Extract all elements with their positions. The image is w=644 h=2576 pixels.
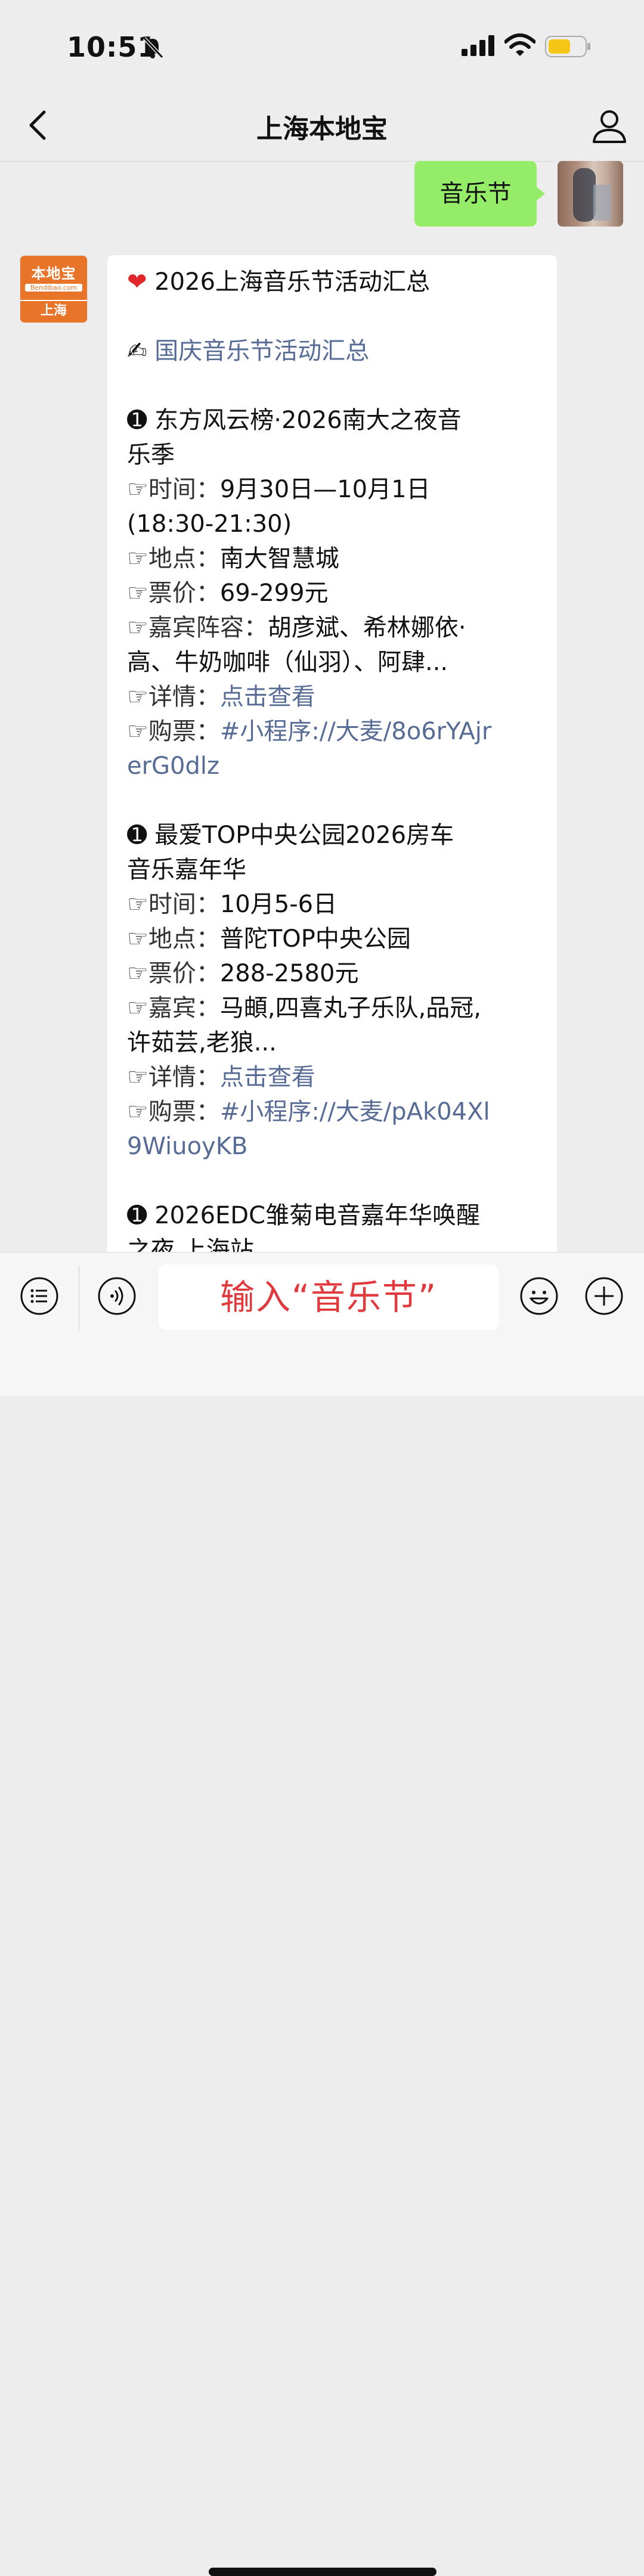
event-ticket: ☞购票：#小程序://大麦/pAk04Xl (127, 1098, 490, 1126)
detail-link[interactable]: 点击查看 (220, 1064, 315, 1091)
event-title: ➊ 最爱TOP中央公园2026房车 (127, 822, 454, 849)
ticket-link[interactable]: #小程序://大麦/8o6rYAjr (220, 718, 492, 745)
user-avatar[interactable] (558, 161, 623, 227)
event-guests-cont: 许茹芸,老狼... (127, 1029, 277, 1056)
plus-icon[interactable] (584, 1276, 624, 1316)
ticket-link-cont[interactable]: erG0dlz (127, 749, 544, 783)
event-detail: ☞详情：点击查看 (127, 683, 315, 711)
event-time-extra: (18:30-21:30) (127, 510, 292, 538)
outgoing-message-text: 音乐节 (439, 180, 512, 207)
detail-link[interactable]: 点击查看 (220, 683, 315, 711)
event-ticket: ☞购票：#小程序://大麦/8o6rYAjr (127, 718, 492, 745)
promo-line: ✍ 国庆音乐节活动汇总 (127, 334, 544, 368)
event-price: ☞票价：69-299元 (127, 579, 329, 607)
home-indicator (209, 2568, 436, 2576)
message-input[interactable]: 输入“音乐节” (159, 1264, 499, 1330)
event-time: ☞时间：10月5-6日 (127, 891, 338, 918)
message-content: ❤ 2026上海音乐节活动汇总 ✍ 国庆音乐节活动汇总 ➊ 东方风云榜·2026… (127, 265, 544, 1267)
profile-icon[interactable] (590, 106, 628, 144)
bubble-tail (535, 186, 545, 202)
national-day-link[interactable]: 国庆音乐节活动汇总 (154, 337, 369, 365)
emoji-icon[interactable] (519, 1276, 559, 1316)
event-place: ☞地点：南大智慧城 (127, 545, 339, 572)
event-title-cont: 乐季 (127, 441, 175, 469)
outgoing-message-bubble[interactable]: 音乐节 (414, 161, 537, 227)
menu-list-icon[interactable] (20, 1276, 59, 1316)
event-title-cont: 音乐嘉年华 (127, 856, 246, 884)
event-detail: ☞详情：点击查看 (127, 1064, 315, 1091)
input-bar: 输入“音乐节” (0, 1252, 644, 2576)
message-heading: ❤ 2026上海音乐节活动汇总 (127, 268, 431, 296)
event-place: ☞地点：普陀TOP中央公园 (127, 925, 411, 953)
ticket-link[interactable]: #小程序://大麦/pAk04Xl (220, 1098, 490, 1126)
event-price: ☞票价：288-2580元 (127, 960, 359, 987)
bot-avatar[interactable]: 本地宝 Bendibao.com 上海 (20, 255, 88, 323)
incoming-message-bubble[interactable]: ❤ 2026上海音乐节活动汇总 ✍ 国庆音乐节活动汇总 ➊ 东方风云榜·2026… (107, 255, 557, 1269)
writing-hand-icon: ✍ (127, 337, 147, 365)
bendibao-logo: 本地宝 Bendibao.com (20, 256, 87, 301)
wifi-icon (504, 33, 535, 56)
bell-muted-icon (143, 36, 164, 59)
event-guests: ☞嘉宾：马頔,四喜丸子乐队,品冠, (127, 994, 482, 1022)
event-time: ☞时间：9月30日—10月1日 (127, 476, 431, 503)
ticket-link-cont[interactable]: 9WiuoyKB (127, 1129, 544, 1164)
voice-icon[interactable] (97, 1276, 137, 1316)
event-guests-cont: 高、牛奶咖啡（仙羽）、阿肆... (127, 649, 448, 676)
battery-icon (545, 36, 590, 57)
event-guests: ☞嘉宾阵容：胡彦斌、希林娜依· (127, 614, 466, 641)
event-title: ➊ 东方风云榜·2026南大之夜音 (127, 407, 462, 434)
nav-bar: 上海本地宝 (0, 89, 644, 162)
chat-title: 上海本地宝 (256, 114, 388, 144)
heart-icon: ❤ (127, 268, 147, 296)
event-title: ➊ 2026EDC雏菊电音嘉年华唤醒 (127, 1202, 481, 1229)
status-bar: 10:51 (0, 0, 644, 89)
cellular-signal-icon (462, 35, 494, 56)
